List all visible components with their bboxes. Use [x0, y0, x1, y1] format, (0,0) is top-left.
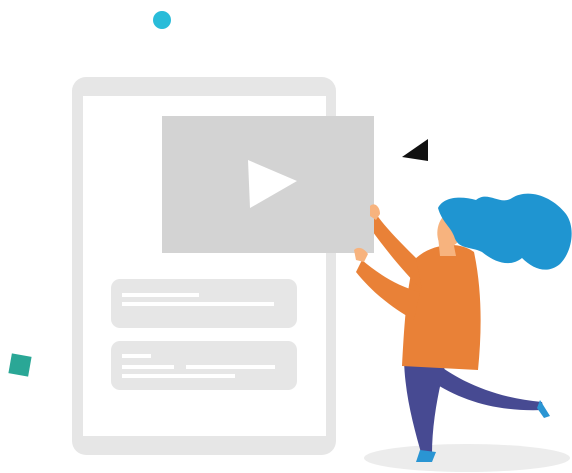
card-text-line: [186, 365, 275, 369]
decorative-dot: [153, 11, 171, 29]
card-text-line: [122, 374, 235, 378]
person: [356, 193, 572, 462]
person-back-leg: [430, 366, 544, 411]
card-text-line: [122, 365, 174, 369]
content-card-1: [111, 279, 297, 328]
decorative-triangle: [402, 139, 428, 161]
person-front-leg: [404, 360, 445, 456]
video-player: [162, 116, 374, 253]
content-card-2: [111, 341, 297, 390]
decorative-square: [8, 353, 32, 377]
card-text-line: [122, 354, 151, 358]
card-text-line: [122, 302, 274, 306]
ground-shadow: [364, 444, 570, 472]
card-text-line: [122, 293, 199, 297]
illustration-canvas: [8, 11, 572, 472]
